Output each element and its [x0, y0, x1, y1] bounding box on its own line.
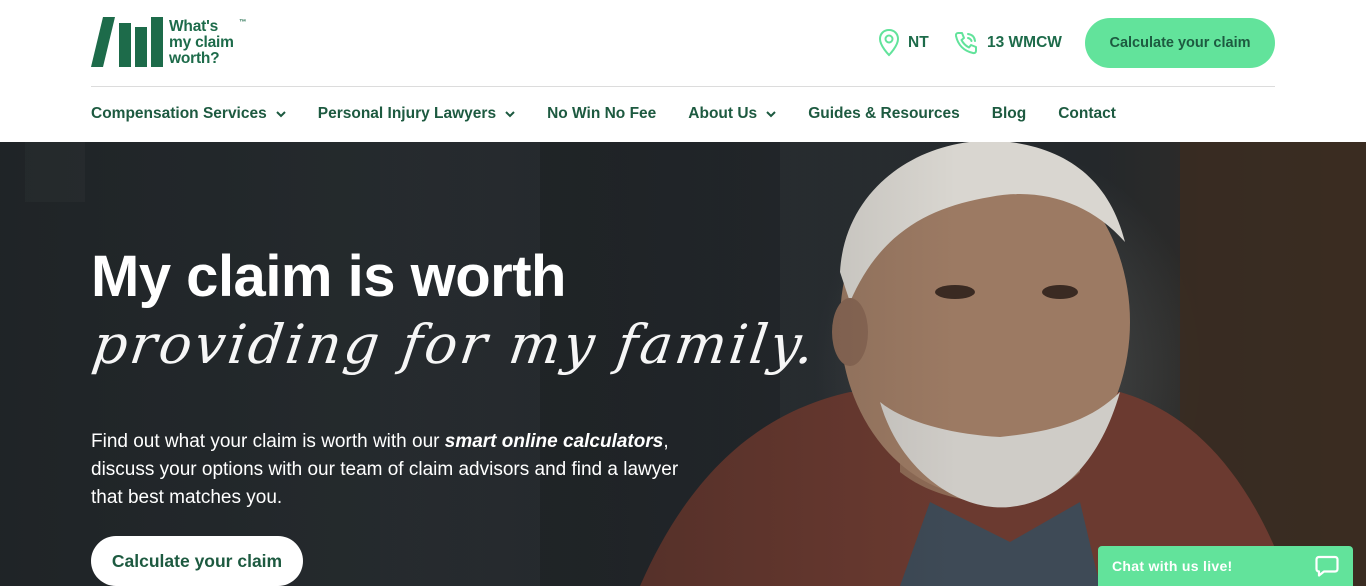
chat-bubble-icon: [1315, 555, 1339, 577]
nav-item-no-win-no-fee[interactable]: No Win No Fee: [547, 105, 656, 123]
nav-item-about-us[interactable]: About Us: [688, 105, 776, 123]
nav-item-label: Guides & Resources: [808, 105, 960, 122]
calculate-claim-hero-button[interactable]: Calculate your claim: [91, 536, 303, 586]
nav-item-label: Contact: [1058, 105, 1116, 122]
logo-line-1: What's: [169, 18, 218, 35]
map-pin-icon: [878, 28, 900, 57]
site-header: What's my claim worth? ™ NT 13 WMCW Calc…: [0, 0, 1366, 87]
nav-item-compensation-services[interactable]: Compensation Services: [91, 105, 286, 123]
main-nav: Compensation Services Personal Injury La…: [91, 87, 1148, 141]
chevron-down-icon: [276, 111, 286, 118]
nav-item-blog[interactable]: Blog: [992, 105, 1026, 123]
smart-calculators-emphasis: smart online calculators: [444, 431, 664, 452]
live-chat-tab[interactable]: Chat with us live!: [1098, 546, 1353, 586]
hero-script-tagline: providing for my family.: [88, 313, 822, 376]
logo-line-2: my claim: [169, 34, 234, 51]
hero-description: Find out what your claim is worth with o…: [91, 428, 701, 512]
chevron-down-icon: [766, 111, 776, 118]
location-label: NT: [908, 34, 929, 51]
logo-trademark: ™: [238, 19, 246, 26]
phone-icon: [954, 32, 977, 55]
calculate-claim-header-button[interactable]: Calculate your claim: [1085, 18, 1275, 68]
chevron-down-icon: [505, 111, 515, 118]
nav-item-personal-injury-lawyers[interactable]: Personal Injury Lawyers: [318, 105, 515, 123]
nav-item-contact[interactable]: Contact: [1058, 105, 1116, 123]
nav-item-guides-resources[interactable]: Guides & Resources: [808, 105, 960, 123]
phone-link[interactable]: 13 WMCW: [953, 28, 1062, 58]
logo-wordmark: What's my claim worth? ™: [169, 18, 246, 67]
logo-bars-icon: [91, 17, 163, 67]
site-logo[interactable]: What's my claim worth? ™: [91, 16, 251, 70]
nav-item-label: About Us: [688, 105, 758, 122]
nav-item-label: No Win No Fee: [547, 105, 657, 122]
hero-copy-part-1: Find out what your claim is worth with o…: [91, 431, 445, 452]
nav-item-label: Compensation Services: [91, 105, 267, 122]
phone-label: 13 WMCW: [987, 34, 1062, 51]
hero-title: My claim is worth: [91, 244, 566, 309]
nav-item-label: Blog: [991, 105, 1027, 122]
hero-section: My claim is worth providing for my famil…: [0, 142, 1366, 586]
logo-line-3: worth?: [169, 50, 220, 67]
location-selector[interactable]: NT: [878, 28, 929, 58]
chat-label: Chat with us live!: [1112, 558, 1233, 574]
nav-item-label: Personal Injury Lawyers: [317, 105, 497, 122]
